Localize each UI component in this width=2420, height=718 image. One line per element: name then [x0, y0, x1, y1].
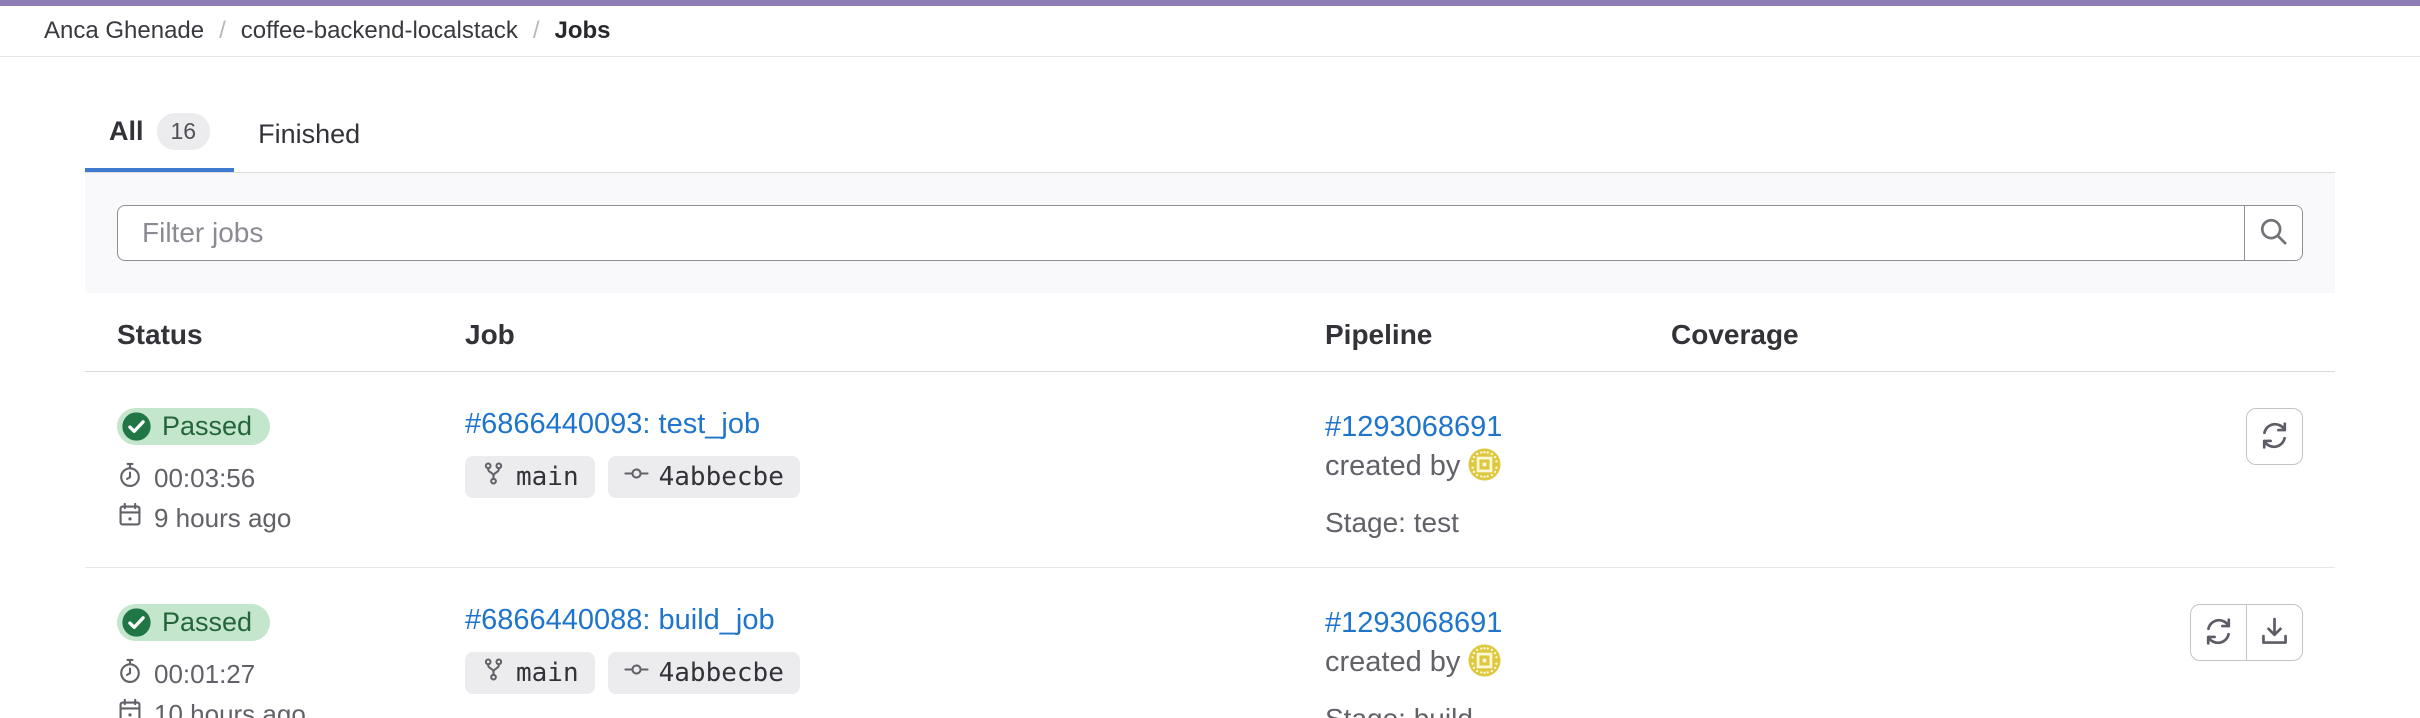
search-button[interactable]: [2244, 206, 2302, 260]
commit-badge[interactable]: 4abbecbe: [608, 456, 800, 498]
job-duration: 00:03:56: [117, 462, 401, 495]
jobs-table: Status Job Pipeline Coverage Passed 00:0…: [85, 293, 2335, 718]
download-icon: [2259, 616, 2290, 650]
timer-icon: [117, 462, 143, 495]
calendar-icon: [117, 502, 143, 535]
breadcrumb-separator: /: [219, 17, 226, 45]
jobs-tabs: All 16 Finished: [85, 57, 2335, 173]
job-age: 9 hours ago: [117, 502, 401, 535]
commit-sha: 4abbecbe: [659, 462, 784, 492]
job-duration-value: 00:03:56: [154, 463, 255, 494]
job-row-job-cell: #6866440093: test_job main 4abbecbe: [433, 372, 1293, 568]
commit-icon: [624, 461, 649, 493]
column-header-pipeline: Pipeline: [1293, 293, 1639, 372]
job-row-coverage-cell: [1639, 568, 1969, 718]
breadcrumb-item-user[interactable]: Anca Ghenade: [44, 17, 204, 45]
filter-box: [117, 205, 2303, 261]
retry-job-button[interactable]: [2190, 604, 2247, 661]
pipeline-link[interactable]: #1293068691: [1325, 411, 1502, 443]
tab-finished[interactable]: Finished: [234, 103, 384, 172]
tab-all[interactable]: All 16: [85, 97, 234, 172]
commit-sha: 4abbecbe: [659, 658, 784, 688]
branch-badge[interactable]: main: [465, 652, 595, 694]
branch-badge[interactable]: main: [465, 456, 595, 498]
job-row-status-cell: Passed 00:01:27 10 hours ago: [85, 568, 433, 718]
retry-icon: [2203, 616, 2234, 650]
tab-finished-label: Finished: [258, 119, 360, 150]
commit-badge[interactable]: 4abbecbe: [608, 652, 800, 694]
commit-icon: [624, 657, 649, 689]
column-header-status: Status: [85, 293, 433, 372]
breadcrumb-item-current-jobs: Jobs: [555, 17, 611, 45]
branch-name: main: [516, 462, 579, 492]
breadcrumb-separator: /: [533, 17, 540, 45]
retry-job-button[interactable]: [2246, 408, 2303, 465]
pipeline-created-by-text: created by: [1325, 646, 1460, 678]
branch-icon: [481, 657, 506, 689]
job-duration: 00:01:27: [117, 658, 401, 691]
column-header-job: Job: [433, 293, 1293, 372]
pipeline-stage: Stage: test: [1325, 507, 1607, 539]
filter-section: [85, 173, 2335, 293]
status-badge-label: Passed: [162, 607, 252, 638]
job-row-job-cell: #6866440088: build_job main 4abbecbe: [433, 568, 1293, 718]
pipeline-created-by-text: created by: [1325, 450, 1460, 482]
creator-avatar[interactable]: [1468, 448, 1501, 481]
ref-badges: main 4abbecbe: [465, 652, 1261, 694]
branch-icon: [481, 461, 506, 493]
job-row-actions-cell: [1969, 372, 2335, 568]
search-icon: [2258, 216, 2289, 250]
tab-all-label: All: [109, 116, 144, 147]
column-header-coverage: Coverage: [1639, 293, 1969, 372]
column-header-actions: [1969, 293, 2335, 372]
breadcrumb: Anca Ghenade / coffee-backend-localstack…: [0, 6, 2420, 57]
status-badge-passed[interactable]: Passed: [117, 604, 270, 641]
download-artifacts-button[interactable]: [2246, 604, 2303, 661]
job-age-value: 9 hours ago: [154, 503, 291, 534]
job-row-pipeline-cell: #1293068691 created by: [1293, 568, 1639, 718]
creator-avatar[interactable]: [1468, 644, 1501, 677]
job-duration-value: 00:01:27: [154, 659, 255, 690]
status-badge-label: Passed: [162, 411, 252, 442]
branch-name: main: [516, 658, 579, 688]
job-row-coverage-cell: [1639, 372, 1969, 568]
job-link[interactable]: #6866440088: build_job: [465, 604, 775, 637]
status-passed-icon: [121, 607, 152, 638]
job-link[interactable]: #6866440093: test_job: [465, 408, 760, 441]
job-row-actions-cell: [1969, 568, 2335, 718]
job-row-status-cell: Passed 00:03:56 9 hours ago: [85, 372, 433, 568]
timer-icon: [117, 658, 143, 691]
calendar-icon: [117, 698, 143, 718]
retry-icon: [2259, 420, 2290, 454]
job-age-value: 10 hours ago: [154, 699, 306, 718]
actions-button-group: [2190, 604, 2303, 661]
status-passed-icon: [121, 411, 152, 442]
ref-badges: main 4abbecbe: [465, 456, 1261, 498]
pipeline-link[interactable]: #1293068691: [1325, 607, 1502, 639]
status-badge-passed[interactable]: Passed: [117, 408, 270, 445]
tab-all-count-badge: 16: [157, 113, 211, 150]
job-age: 10 hours ago: [117, 698, 401, 718]
breadcrumb-item-project[interactable]: coffee-backend-localstack: [241, 17, 518, 45]
pipeline-stage: Stage: build: [1325, 703, 1607, 718]
filter-jobs-input[interactable]: [118, 206, 2244, 260]
job-row-pipeline-cell: #1293068691 created by: [1293, 372, 1639, 568]
